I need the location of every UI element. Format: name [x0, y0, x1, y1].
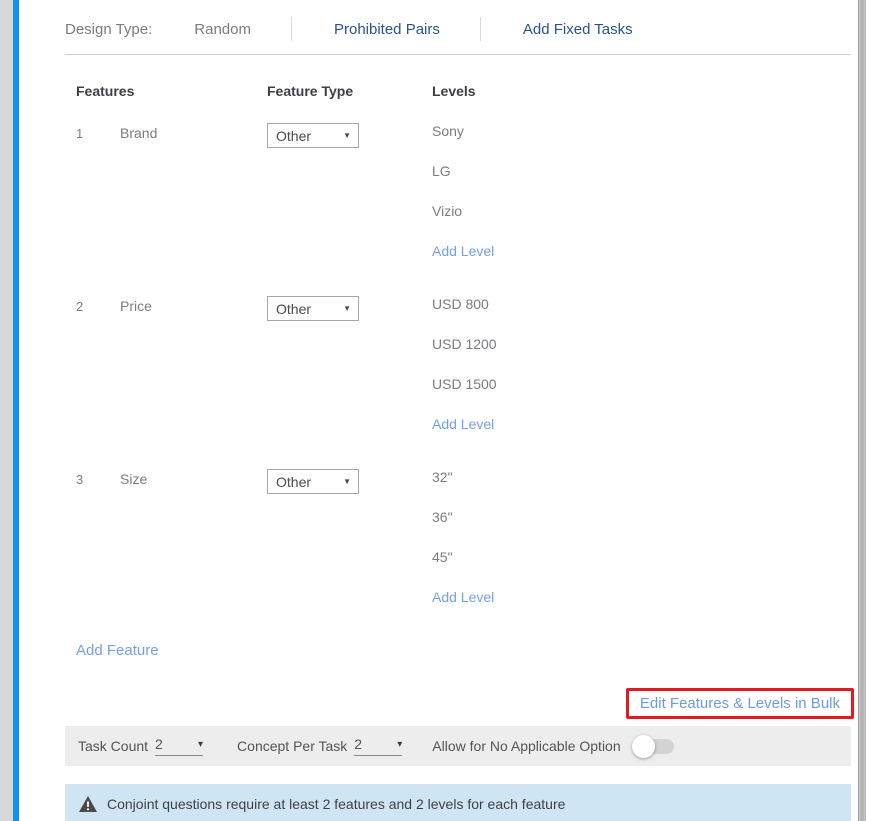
- toggle-knob: [632, 735, 655, 758]
- divider: [65, 54, 851, 55]
- column-header-feature-type: Feature Type: [267, 83, 432, 99]
- feature-type-select[interactable]: Other ▼: [267, 296, 359, 321]
- task-count-label: Task Count: [78, 738, 148, 754]
- separator: [291, 17, 292, 41]
- select-caret-icon: ▼: [343, 477, 351, 486]
- levels-cell: SonyLGVizioAdd Level: [432, 123, 851, 296]
- add-level-link[interactable]: Add Level: [432, 589, 851, 605]
- level-value[interactable]: 32": [432, 469, 851, 509]
- feature-type-select[interactable]: Other ▼: [267, 123, 359, 148]
- select-caret-icon: ▼: [343, 131, 351, 140]
- concept-per-task-label: Concept Per Task: [237, 738, 347, 754]
- prohibited-pairs-link[interactable]: Prohibited Pairs: [334, 21, 440, 38]
- concept-per-task-dropdown[interactable]: Concept Per Task 2 ▾: [237, 736, 402, 756]
- levels-cell: 32"36"45"Add Level: [432, 469, 851, 642]
- warning-text: Conjoint questions require at least 2 fe…: [107, 796, 565, 812]
- edit-features-levels-bulk-link[interactable]: Edit Features & Levels in Bulk: [640, 695, 840, 712]
- design-type-value[interactable]: Random: [194, 21, 251, 38]
- table-header: Features Feature Type Levels: [65, 83, 851, 99]
- separator: [480, 17, 481, 41]
- add-feature-link[interactable]: Add Feature: [76, 642, 159, 659]
- column-header-features: Features: [76, 83, 267, 99]
- level-value[interactable]: USD 800: [432, 296, 851, 336]
- feature-type-cell: Other ▼: [267, 296, 432, 469]
- feature-type-selected-value: Other: [276, 128, 311, 144]
- no-applicable-option-label: Allow for No Applicable Option: [432, 738, 620, 754]
- task-count-value: 2: [155, 736, 163, 752]
- feature-type-cell: Other ▼: [267, 123, 432, 296]
- bulk-edit-row: Edit Features & Levels in Bulk: [65, 688, 851, 719]
- feature-name[interactable]: Size: [120, 469, 267, 642]
- design-type-bar: Design Type: Random Prohibited Pairs Add…: [65, 0, 851, 43]
- level-value[interactable]: USD 1200: [432, 336, 851, 376]
- feature-rows: 1 Brand Other ▼ SonyLGVizioAdd Level 2 P…: [65, 123, 851, 642]
- level-value[interactable]: Sony: [432, 123, 851, 163]
- feature-index: 1: [76, 123, 120, 296]
- task-settings-bar: Task Count 2 ▾ Concept Per Task 2 ▾ Allo…: [65, 726, 851, 766]
- add-level-link[interactable]: Add Level: [432, 416, 851, 432]
- feature-index: 3: [76, 469, 120, 642]
- feature-name[interactable]: Brand: [120, 123, 267, 296]
- feature-row: 3 Size Other ▼ 32"36"45"Add Level: [65, 469, 851, 642]
- add-fixed-tasks-link[interactable]: Add Fixed Tasks: [523, 21, 633, 38]
- feature-type-selected-value: Other: [276, 301, 311, 317]
- caret-down-icon: ▾: [397, 739, 402, 750]
- level-value[interactable]: LG: [432, 163, 851, 203]
- level-value[interactable]: 36": [432, 509, 851, 549]
- annotation-highlight-box: Edit Features & Levels in Bulk: [626, 688, 854, 719]
- task-count-dropdown[interactable]: Task Count 2 ▾: [78, 736, 203, 756]
- warning-banner: Conjoint questions require at least 2 fe…: [65, 784, 851, 821]
- caret-down-icon: ▾: [198, 739, 203, 750]
- feature-type-cell: Other ▼: [267, 469, 432, 642]
- level-value[interactable]: USD 1500: [432, 376, 851, 416]
- feature-index: 2: [76, 296, 120, 469]
- no-applicable-option-toggle[interactable]: [634, 739, 674, 754]
- select-caret-icon: ▼: [343, 304, 351, 313]
- level-value[interactable]: Vizio: [432, 203, 851, 243]
- feature-name[interactable]: Price: [120, 296, 267, 469]
- column-header-levels: Levels: [432, 83, 851, 99]
- design-type-label: Design Type:: [65, 21, 152, 38]
- levels-cell: USD 800USD 1200USD 1500Add Level: [432, 296, 851, 469]
- concept-per-task-value: 2: [354, 736, 362, 752]
- left-gutter: [0, 0, 13, 821]
- main-panel: Design Type: Random Prohibited Pairs Add…: [19, 0, 853, 821]
- vertical-scrollbar[interactable]: [858, 0, 866, 821]
- level-value[interactable]: 45": [432, 549, 851, 589]
- feature-type-selected-value: Other: [276, 474, 311, 490]
- feature-type-select[interactable]: Other ▼: [267, 469, 359, 494]
- feature-row: 1 Brand Other ▼ SonyLGVizioAdd Level: [65, 123, 851, 296]
- add-level-link[interactable]: Add Level: [432, 243, 851, 259]
- feature-row: 2 Price Other ▼ USD 800USD 1200USD 1500A…: [65, 296, 851, 469]
- warning-triangle-icon: [79, 796, 97, 812]
